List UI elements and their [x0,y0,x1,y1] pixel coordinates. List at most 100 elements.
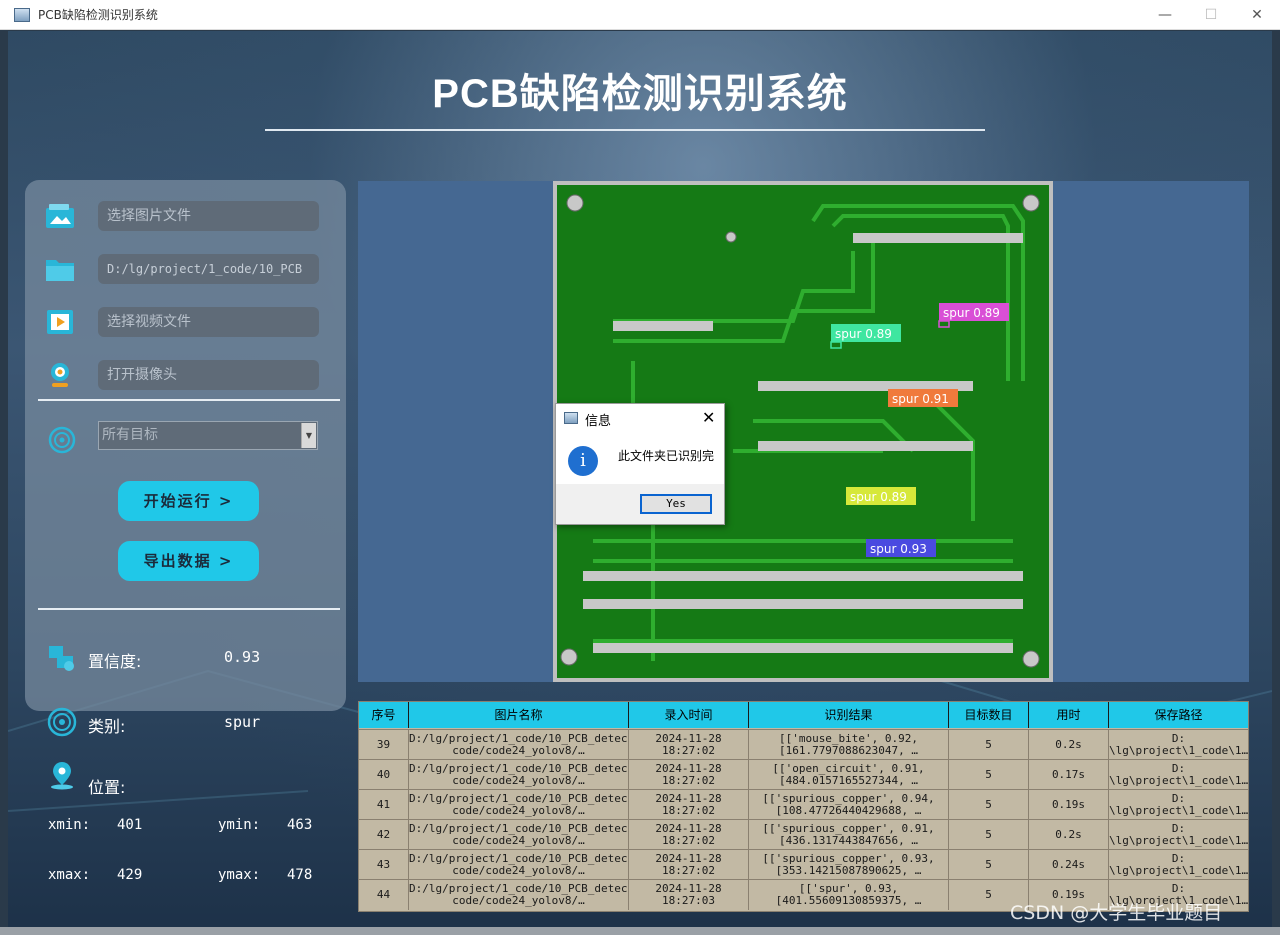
table-row[interactable]: 41 D:/lg/project/1_code/10_PCB_detect/cod… [359,789,1248,820]
cell-duration: 0.17s [1029,760,1109,790]
start-button[interactable]: 开始运行 > [118,481,259,521]
table-row[interactable]: 42 D:/lg/project/1_code/10_PCB_detect/cod… [359,819,1248,850]
fingerprint-icon [48,426,76,454]
app-main: PCB缺陷检测识别系统 选择图片文件 D:/lg/project/1_code/… [8,31,1272,935]
cell-count-line: 5 [985,798,992,811]
cell-name-line: code/code24_yolov8/… [452,774,585,787]
detection-label: spur 0.93 [870,542,927,556]
image-file-row: 选择图片文件 [25,199,346,233]
cell-id: 43 [359,850,409,880]
cell-id: 44 [359,880,409,910]
cell-duration: 0.2s [1029,730,1109,760]
col-header-id[interactable]: 序号 [359,702,409,728]
cell-result: [['open_circuit', 0.91, [484.015716552734… [749,760,949,790]
cell-time-line: 18:27:02 [662,864,715,877]
dialog-yes-button[interactable]: Yes [640,494,712,514]
cell-path-line: \lg\project\1_code\1… [1109,744,1248,757]
cell-count-line: 5 [985,828,992,841]
cell-path: D: \lg\project\1_code\1… [1109,820,1248,850]
table-row[interactable]: 40 D:/lg/project/1_code/10_PCB_detect/cod… [359,759,1248,790]
cell-result-line: [108.47726440429688, … [775,804,922,817]
folder-icon [46,260,74,281]
table-header: 序号 图片名称 录入时间 识别结果 目标数目 用时 保存路径 [359,702,1248,728]
class-target-icon [47,707,77,737]
col-header-path[interactable]: 保存路径 [1109,702,1248,728]
cell-id: 41 [359,790,409,820]
cell-path: D: \lg\project\1_code\1… [1109,760,1248,790]
cell-time: 2024-11-28 18:27:02 [629,730,749,760]
location-pin-icon [51,762,73,790]
detection-label: spur 0.89 [850,490,907,504]
dialog-title: 信息 [585,414,612,429]
info-dialog: 信息 ✕ i 此文件夹已识别完 Yes [555,403,725,525]
image-file-input[interactable]: 选择图片文件 [98,201,319,231]
cell-name: D:/lg/project/1_code/10_PCB_detect/code/… [409,760,629,790]
chevron-down-icon[interactable]: ▼ [301,423,316,448]
cell-path-line: \lg\project\1_code\1… [1109,864,1248,877]
cell-id-line: 43 [376,858,391,871]
col-header-count[interactable]: 目标数目 [949,702,1029,728]
cell-path-line: \lg\project\1_code\1… [1109,774,1248,787]
folder-path-input[interactable]: D:/lg/project/1_code/10_PCB [98,254,319,284]
cell-count-line: 5 [985,858,992,871]
cell-id-line: 42 [376,828,391,841]
cell-result-line: [484.0157165527344, … [778,774,919,787]
cell-result-line: [401.55609130859375, … [775,894,922,907]
cell-id-line: 39 [376,738,391,751]
maximize-button[interactable]: ☐ [1188,0,1234,30]
cell-name: D:/lg/project/1_code/10_PCB_detect/code/… [409,820,629,850]
cell-duration: 0.24s [1029,850,1109,880]
minimize-button[interactable]: — [1142,0,1188,30]
export-button[interactable]: 导出数据 > [118,541,259,581]
cell-duration-line: 0.24s [1051,858,1086,871]
cell-result: [['spurious_copper', 0.93, [353.142150878… [749,850,949,880]
table-row[interactable]: 43 D:/lg/project/1_code/10_PCB_detect/cod… [359,849,1248,880]
cell-id-line: 40 [376,768,391,781]
taskbar-strip [0,927,1280,935]
camera-row: 打开摄像头 [25,358,346,392]
cell-time: 2024-11-28 18:27:02 [629,850,749,880]
window-titlebar: PCB缺陷检测识别系统 — ☐ ✕ [0,0,1280,30]
cell-count: 5 [949,820,1029,850]
col-header-duration[interactable]: 用时 [1029,702,1109,728]
cell-time-line: 18:27:02 [662,774,715,787]
page-title: PCB缺陷检测识别系统 [432,72,848,116]
dialog-body: i 此文件夹已识别完 [556,432,724,484]
target-select[interactable]: 所有目标 ▼ [98,421,318,450]
col-header-name[interactable]: 图片名称 [409,702,629,728]
dialog-close-icon[interactable]: ✕ [702,408,715,427]
video-file-input[interactable]: 选择视频文件 [98,307,319,337]
cell-time-line: 18:27:03 [662,894,715,907]
title-divider [265,129,985,131]
cell-name: D:/lg/project/1_code/10_PCB_detect/code/… [409,730,629,760]
cell-result: [['spurious_copper', 0.91, [436.131744384… [749,820,949,850]
cell-time-line: 18:27:02 [662,804,715,817]
ymin-label: ymin: [218,817,261,833]
cell-result-line: [161.7797088623047, … [778,744,919,757]
cell-name-line: code/code24_yolov8/… [452,834,585,847]
position-label: 位置: [88,778,126,797]
ymax-value: 478 [287,867,313,883]
cell-id-line: 44 [376,888,391,901]
camera-input[interactable]: 打开摄像头 [98,360,319,390]
cell-time: 2024-11-28 18:27:02 [629,790,749,820]
table-row[interactable]: 39 D:/lg/project/1_code/10_PCB_detect/cod… [359,729,1248,760]
control-panel: 选择图片文件 D:/lg/project/1_code/10_PCB 选择视频文… [25,180,346,883]
video-file-row: 选择视频文件 [25,305,346,339]
window-title: PCB缺陷检测识别系统 [38,8,158,22]
cell-time: 2024-11-28 18:27:03 [629,880,749,910]
cell-time-line: 18:27:02 [662,834,715,847]
detection-label: spur 0.89 [835,327,892,341]
xmin-label: xmin: [48,817,91,833]
cell-time: 2024-11-28 18:27:02 [629,760,749,790]
cell-duration: 0.19s [1029,790,1109,820]
cell-count: 5 [949,850,1029,880]
cell-count: 5 [949,730,1029,760]
cell-name-line: code/code24_yolov8/… [452,804,585,817]
panel-divider-2 [38,608,340,610]
cell-result-line: [353.14215087890625, … [775,864,922,877]
close-button[interactable]: ✕ [1234,0,1280,30]
col-header-time[interactable]: 录入时间 [629,702,749,728]
col-header-result[interactable]: 识别结果 [749,702,949,728]
cell-result: [['spur', 0.93, [401.55609130859375, … [749,880,949,910]
